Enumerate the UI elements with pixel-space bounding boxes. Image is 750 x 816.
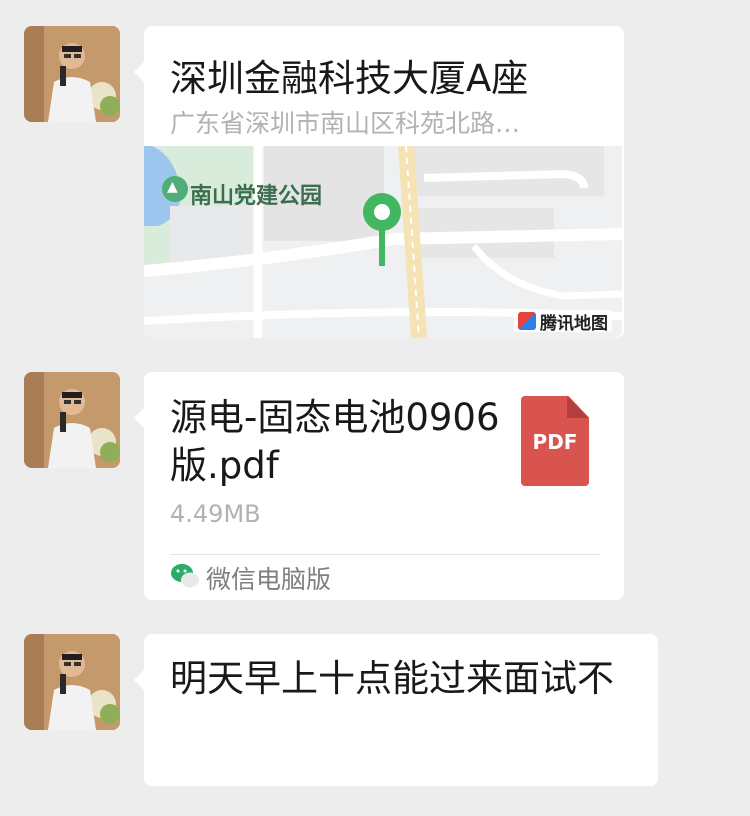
text-message[interactable]: 明天早上十点能过来面试不 xyxy=(134,634,658,786)
file-name: 源电-固态电池0906版.pdf xyxy=(170,396,500,487)
file-source-label: 微信电脑版 xyxy=(206,565,332,594)
file-message[interactable]: 源电-固态电池0906版.pdf 4.49MB PDF 微信电脑版 xyxy=(134,372,624,600)
location-title: 深圳金融科技大厦A座 xyxy=(170,57,529,100)
sender-avatar[interactable] xyxy=(24,372,120,468)
park-icon xyxy=(162,176,188,202)
wechat-icon xyxy=(171,564,199,588)
message-text: 明天早上十点能过来面试不 xyxy=(170,657,614,700)
location-address: 广东省深圳市南山区科苑北路… xyxy=(170,109,521,138)
sender-avatar[interactable] xyxy=(24,634,120,730)
location-message[interactable]: 深圳金融科技大厦A座 广东省深圳市南山区科苑北路… 南山党建公园 腾讯地图 xyxy=(134,26,624,338)
pdf-label: PDF xyxy=(532,430,578,454)
file-divider xyxy=(170,554,600,555)
pdf-file-icon: PDF xyxy=(521,396,589,486)
avatar-photo xyxy=(24,372,120,468)
map-poi-label: 南山党建公园 xyxy=(190,184,323,209)
avatar-photo xyxy=(24,26,120,122)
map-provider-label: 腾讯地图 xyxy=(540,313,608,334)
sender-avatar[interactable] xyxy=(24,26,120,122)
avatar-photo xyxy=(24,634,120,730)
file-size: 4.49MB xyxy=(170,500,261,528)
location-map[interactable]: 南山党建公园 腾讯地图 xyxy=(144,146,622,338)
tencent-map-icon xyxy=(518,312,536,330)
tencent-map-logo: 腾讯地图 xyxy=(514,310,612,334)
